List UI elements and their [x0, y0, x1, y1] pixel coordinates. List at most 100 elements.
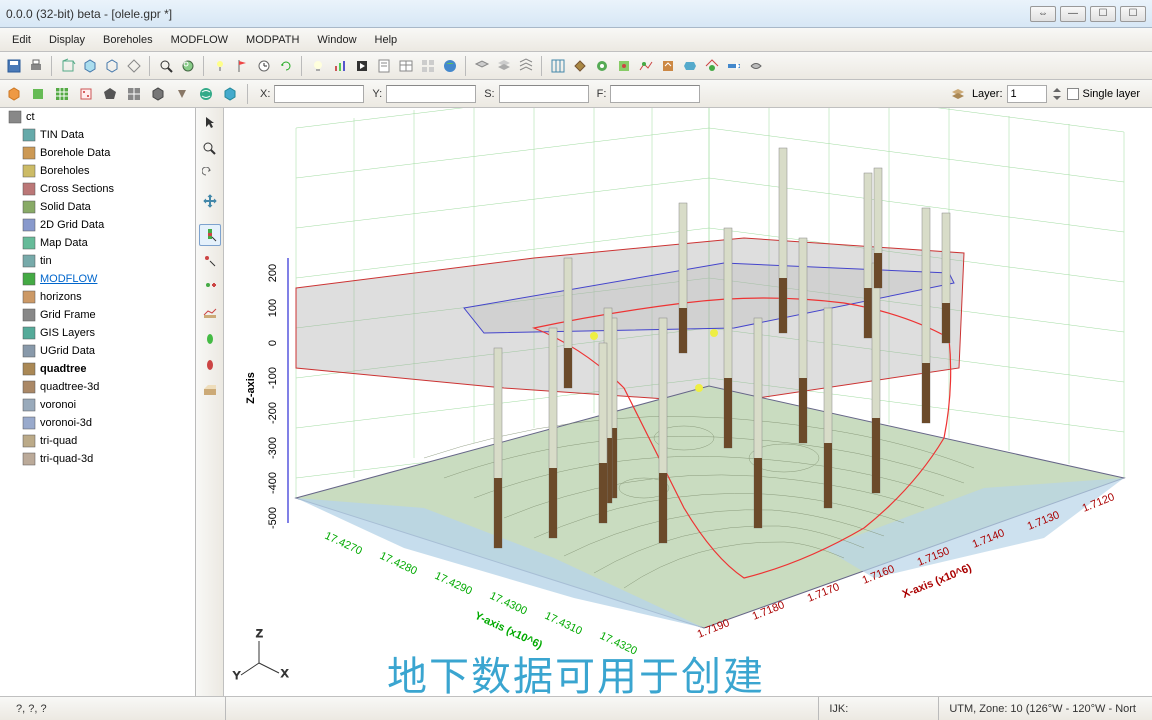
p8-icon[interactable]: [746, 56, 766, 76]
p6-icon[interactable]: [702, 56, 722, 76]
grid2d-icon: [22, 218, 36, 232]
menu-window[interactable]: Window: [309, 31, 364, 49]
green-marker-icon[interactable]: [199, 328, 221, 350]
menu-edit[interactable]: Edit: [4, 31, 39, 49]
grid2-icon[interactable]: [124, 84, 144, 104]
select-obj-tool-icon[interactable]: [199, 224, 221, 246]
clock-icon[interactable]: [254, 56, 274, 76]
menu-modflow[interactable]: MODFLOW: [163, 31, 236, 49]
save-icon[interactable]: [4, 56, 24, 76]
tree-item[interactable]: quadtree: [0, 360, 195, 378]
tree-item[interactable]: GIS Layers: [0, 324, 195, 342]
sheet-icon[interactable]: [374, 56, 394, 76]
menu-help[interactable]: Help: [367, 31, 406, 49]
box3-icon[interactable]: [102, 56, 122, 76]
layer1-icon[interactable]: [472, 56, 492, 76]
cube-orange-icon[interactable]: [4, 84, 24, 104]
zoom-tool-icon[interactable]: [199, 138, 221, 160]
fence-tool-icon[interactable]: [199, 302, 221, 324]
play-icon[interactable]: [352, 56, 372, 76]
print-icon[interactable]: [26, 56, 46, 76]
dice-icon[interactable]: [76, 84, 96, 104]
zoom-world-icon[interactable]: [178, 56, 198, 76]
mesh2-icon[interactable]: [570, 56, 590, 76]
cube-blue-icon[interactable]: [220, 84, 240, 104]
arrow-tool-icon[interactable]: [199, 112, 221, 134]
tree-item[interactable]: MODFLOW: [0, 270, 195, 288]
layer3-icon[interactable]: [516, 56, 536, 76]
box1-icon[interactable]: [58, 56, 78, 76]
poly-icon[interactable]: [100, 84, 120, 104]
box2-icon[interactable]: [80, 56, 100, 76]
parrow-icon[interactable]: [172, 84, 192, 104]
tree-item[interactable]: Map Data: [0, 234, 195, 252]
tree-label: Grid Frame: [40, 309, 96, 321]
tree-item[interactable]: Grid Frame: [0, 306, 195, 324]
tree-item[interactable]: 2D Grid Data: [0, 216, 195, 234]
tree-item[interactable]: voronoi: [0, 396, 195, 414]
fence2-tool-icon[interactable]: [199, 380, 221, 402]
p3-icon[interactable]: [636, 56, 656, 76]
flag-icon[interactable]: [232, 56, 252, 76]
globe-icon[interactable]: [440, 56, 460, 76]
coord-x-input[interactable]: [274, 85, 364, 103]
menu-modpath[interactable]: MODPATH: [238, 31, 307, 49]
solid-icon: [22, 200, 36, 214]
tree-item[interactable]: Boreholes: [0, 162, 195, 180]
status-projection: UTM, Zone: 10 (126°W - 120°W - Nort: [939, 697, 1146, 720]
tree-item[interactable]: tri-quad-3d: [0, 450, 195, 468]
layer-spinner[interactable]: 1: [1007, 85, 1047, 103]
menu-boreholes[interactable]: Boreholes: [95, 31, 161, 49]
cube-green-icon[interactable]: [28, 84, 48, 104]
tree-label: tri-quad-3d: [40, 453, 93, 465]
table-icon[interactable]: [396, 56, 416, 76]
red-marker-icon[interactable]: [199, 354, 221, 376]
project-tree[interactable]: ctTIN DataBorehole DataBoreholesCross Se…: [0, 108, 196, 696]
tree-label: tri-quad: [40, 435, 77, 447]
refresh-icon[interactable]: [276, 56, 296, 76]
p2-icon[interactable]: [614, 56, 634, 76]
bulb-icon[interactable]: [308, 56, 328, 76]
spinner-arrows-icon[interactable]: [1051, 86, 1063, 102]
tree-item[interactable]: tri-quad: [0, 432, 195, 450]
menu-display[interactable]: Display: [41, 31, 93, 49]
p4-icon[interactable]: [658, 56, 678, 76]
grid-green-icon[interactable]: [52, 84, 72, 104]
tree-item[interactable]: UGrid Data: [0, 342, 195, 360]
grid-icon[interactable]: [418, 56, 438, 76]
rotate-tool-icon[interactable]: [199, 164, 221, 186]
tree-item[interactable]: TIN Data: [0, 126, 195, 144]
single-layer-checkbox[interactable]: [1067, 88, 1079, 100]
cube3-icon[interactable]: [148, 84, 168, 104]
coord-f-input[interactable]: [610, 85, 700, 103]
add-tool-icon[interactable]: [199, 276, 221, 298]
coord-s-input[interactable]: [499, 85, 589, 103]
tree-item[interactable]: ct: [0, 108, 195, 126]
light-icon[interactable]: [210, 56, 230, 76]
tree-item[interactable]: Borehole Data: [0, 144, 195, 162]
tree-item[interactable]: Cross Sections: [0, 180, 195, 198]
p1-icon[interactable]: [592, 56, 612, 76]
tree-item[interactable]: voronoi-3d: [0, 414, 195, 432]
coord-y-input[interactable]: [386, 85, 476, 103]
p7-icon[interactable]: [724, 56, 744, 76]
zoom-icon[interactable]: [156, 56, 176, 76]
layer2-icon[interactable]: [494, 56, 514, 76]
tree-item[interactable]: horizons: [0, 288, 195, 306]
p5-icon[interactable]: [680, 56, 700, 76]
pan-tool-icon[interactable]: [199, 190, 221, 212]
tree-item[interactable]: quadtree-3d: [0, 378, 195, 396]
minimize-icon[interactable]: —: [1060, 6, 1086, 22]
tree-item[interactable]: tin: [0, 252, 195, 270]
maximize-icon[interactable]: ☐: [1090, 6, 1116, 22]
viewport-3d[interactable]: Z-axis 200 100 0 -100 -200 -300 -400 -50…: [224, 108, 1152, 696]
tree-item[interactable]: Solid Data: [0, 198, 195, 216]
layer-icon[interactable]: [948, 84, 968, 104]
close-small-icon[interactable]: ☐: [1120, 6, 1146, 22]
globe2-icon[interactable]: [196, 84, 216, 104]
chart-icon[interactable]: [330, 56, 350, 76]
point-tool-icon[interactable]: [199, 250, 221, 272]
diamond-icon[interactable]: [124, 56, 144, 76]
mesh1-icon[interactable]: [548, 56, 568, 76]
restore-icon[interactable]: ⇔: [1030, 6, 1056, 22]
